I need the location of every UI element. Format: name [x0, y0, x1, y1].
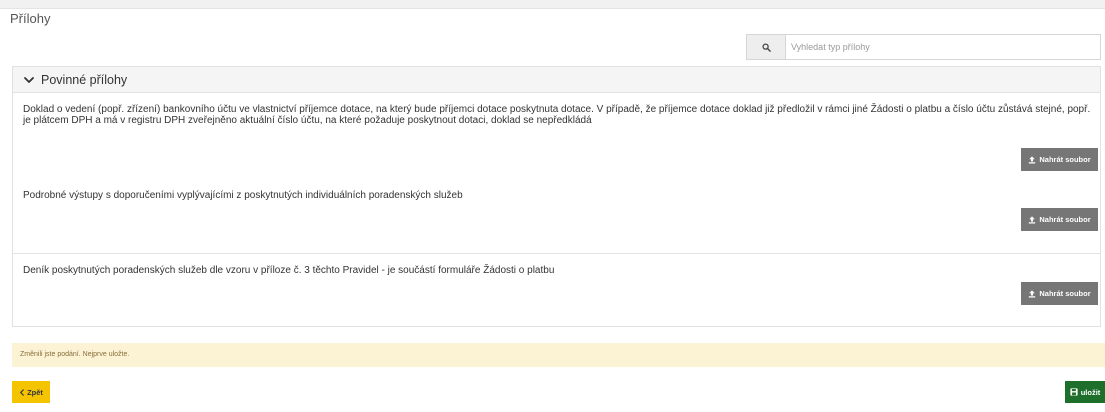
upload-icon: [1029, 215, 1036, 224]
panel-header-toggle[interactable]: Povinné přílohy: [13, 67, 1100, 93]
upload-file-button[interactable]: Nahrát soubor: [1021, 148, 1098, 171]
upload-file-button[interactable]: Nahrát soubor: [1021, 208, 1098, 231]
attachment-description: Podrobné výstupy s doporučeními vyplývaj…: [23, 190, 463, 201]
top-bar: [0, 0, 1105, 9]
attachment-row: Deník poskytnutých poradenských služeb d…: [13, 254, 1100, 326]
upload-icon: [1029, 289, 1036, 298]
back-button-label: Zpět: [27, 387, 43, 397]
upload-button-label: Nahrát soubor: [1039, 155, 1091, 164]
chevron-down-icon: [24, 76, 34, 83]
search-icon: [761, 42, 771, 52]
search-button[interactable]: [747, 35, 786, 59]
attachment-row: Doklad o vedení (popř. zřízení) bankovní…: [13, 93, 1100, 180]
upload-icon: [1029, 155, 1036, 164]
page-title: Přílohy: [10, 11, 51, 26]
search-box: [746, 34, 1101, 60]
save-button-label: uložit: [1080, 387, 1101, 397]
upload-file-button[interactable]: Nahrát soubor: [1021, 282, 1098, 305]
back-button[interactable]: Zpět: [12, 381, 50, 403]
alert-message: Změnili jste podání. Nejprve uložte.: [20, 351, 130, 358]
search-input[interactable]: [786, 35, 1096, 59]
attachment-row: Podrobné výstupy s doporučeními vyplývaj…: [13, 179, 1100, 254]
unsaved-changes-alert: Změnili jste podání. Nejprve uložte.: [12, 343, 1105, 367]
attachment-description: Deník poskytnutých poradenských služeb d…: [23, 265, 555, 276]
save-button[interactable]: uložit: [1065, 381, 1105, 403]
mandatory-attachments-panel: Povinné přílohy Doklad o vedení (popř. z…: [12, 66, 1101, 327]
upload-button-label: Nahrát soubor: [1039, 215, 1091, 224]
upload-button-label: Nahrát soubor: [1039, 289, 1091, 298]
save-icon: [1070, 388, 1078, 396]
chevron-left-icon: [20, 388, 25, 396]
attachment-description: Doklad o vedení (popř. zřízení) bankovní…: [23, 104, 1091, 126]
panel-title: Povinné přílohy: [41, 72, 128, 87]
